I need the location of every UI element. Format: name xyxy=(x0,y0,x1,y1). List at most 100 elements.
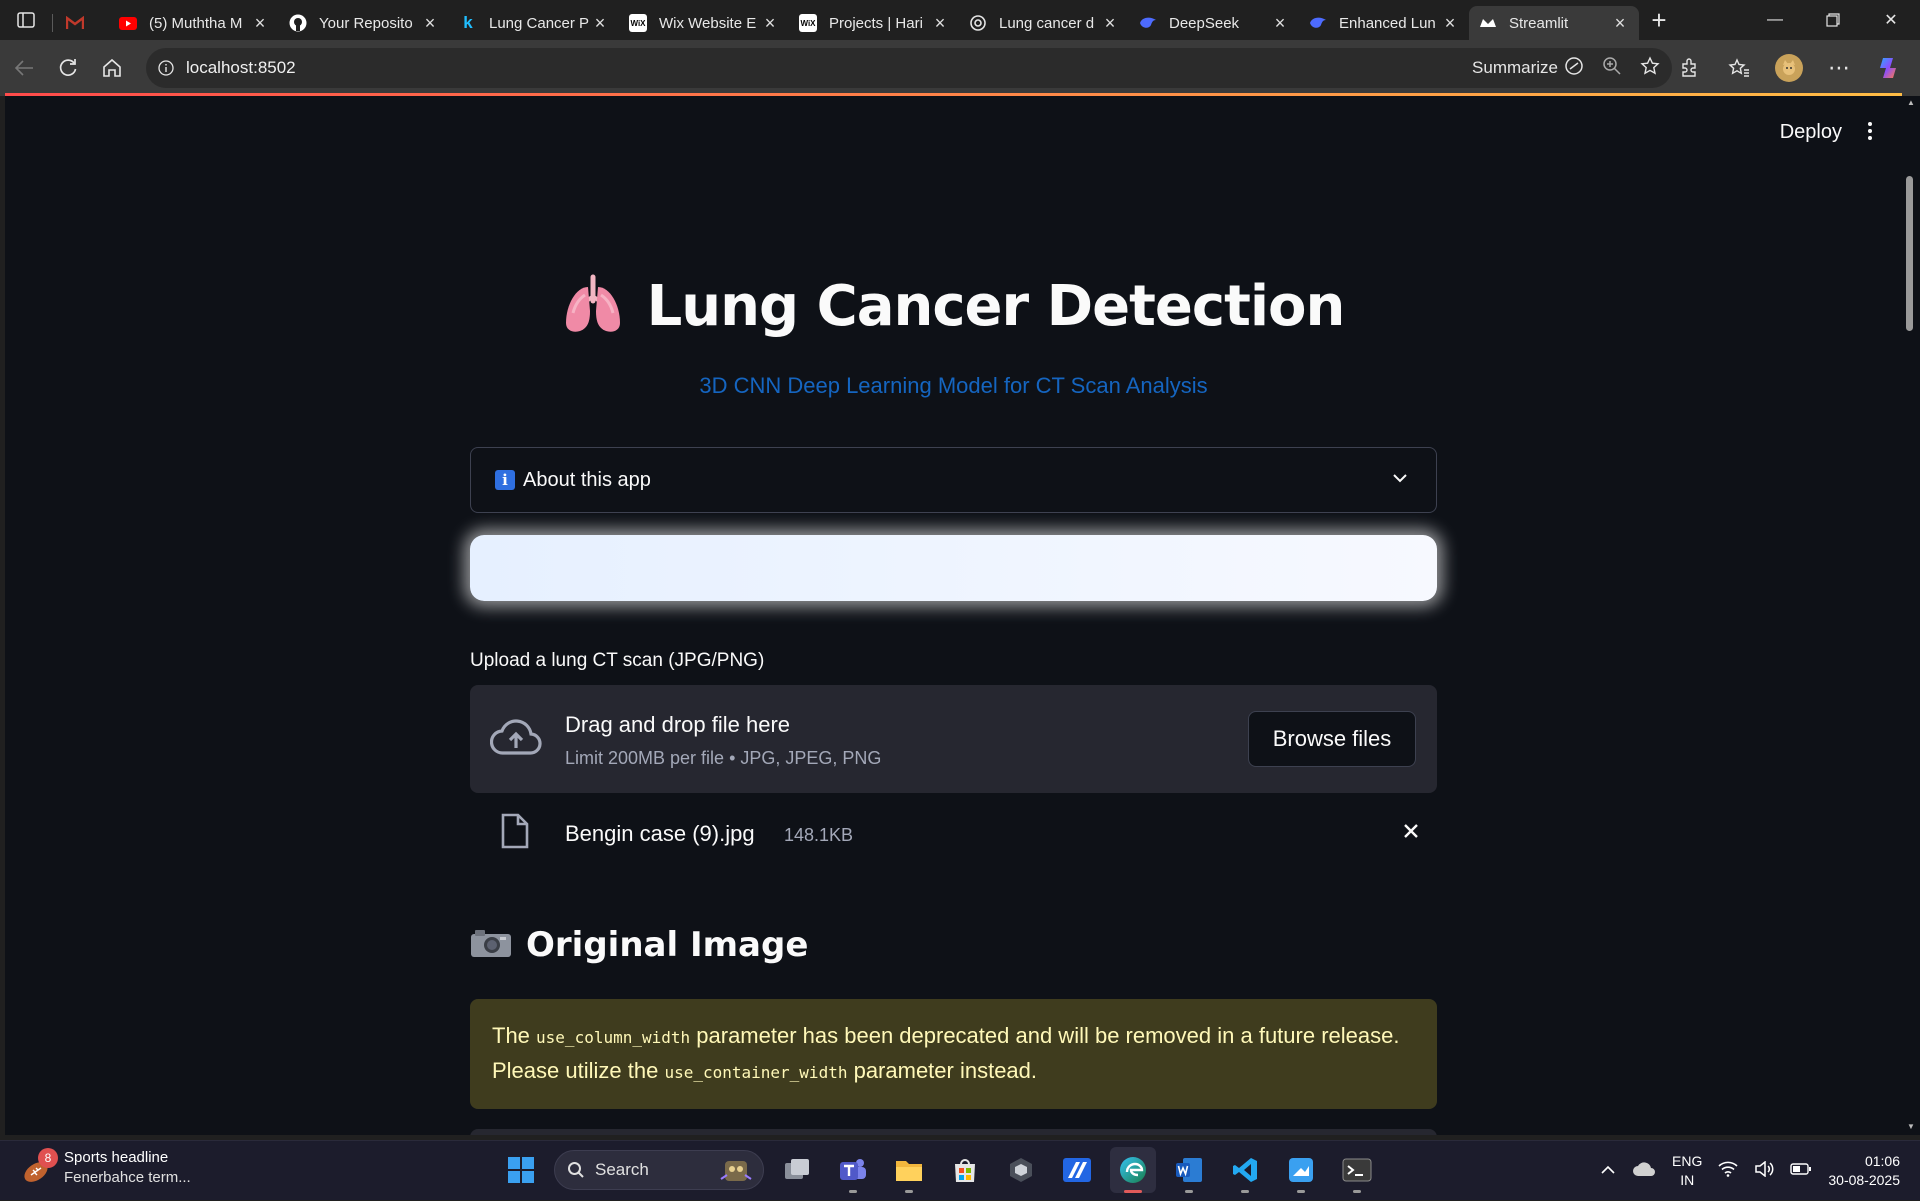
edge-browser-icon[interactable] xyxy=(1110,1147,1156,1193)
news-subtext: Fenerbahce term... xyxy=(64,1169,191,1186)
tab-enhanced-lung[interactable]: Enhanced Lun × xyxy=(1299,6,1469,40)
clock-date: 30-08-2025 xyxy=(1828,1172,1900,1188)
scrollbar-thumb[interactable] xyxy=(1906,176,1913,331)
teams-icon[interactable] xyxy=(830,1147,876,1193)
clock[interactable]: 01:06 30-08-2025 xyxy=(1828,1152,1900,1190)
remove-file-icon[interactable] xyxy=(1399,819,1423,848)
taskbar-search[interactable]: Search xyxy=(554,1150,764,1190)
minimize-icon[interactable]: — xyxy=(1746,0,1804,40)
glowing-banner xyxy=(470,535,1437,601)
close-tab-icon[interactable]: × xyxy=(1611,13,1629,34)
new-tab-button[interactable]: + xyxy=(1639,0,1679,40)
warning-text-part: The xyxy=(492,1023,537,1048)
next-content-block xyxy=(470,1129,1437,1135)
info-icon: i xyxy=(495,470,515,490)
camera-icon xyxy=(470,928,512,963)
tab-gmail[interactable] xyxy=(53,6,109,40)
chatgpt-icon xyxy=(969,14,987,32)
tab-kaggle[interactable]: k Lung Cancer P × xyxy=(449,6,619,40)
tab-chatgpt[interactable]: Lung cancer d × xyxy=(959,6,1129,40)
tab-title: Enhanced Lun xyxy=(1339,14,1436,32)
uploaded-file-size: 148.1KB xyxy=(784,825,854,845)
microsoft-store-icon[interactable] xyxy=(942,1147,988,1193)
close-window-icon[interactable]: ✕ xyxy=(1862,0,1920,40)
uploader-label: Upload a lung CT scan (JPG/PNG) xyxy=(470,650,765,671)
close-tab-icon[interactable]: × xyxy=(421,13,439,34)
favorite-star-icon[interactable] xyxy=(1640,55,1660,81)
more-menu-icon[interactable]: ⋯ xyxy=(1818,47,1860,89)
tab-wix-projects[interactable]: WiX Projects | Hari × xyxy=(789,6,959,40)
tab-title: Wix Website E xyxy=(659,14,757,32)
refresh-icon[interactable] xyxy=(46,48,90,88)
windows-taskbar: 8 Sports headline Fenerbahce term... Sea… xyxy=(0,1140,1920,1200)
tab-title: DeepSeek xyxy=(1169,14,1240,32)
tab-github[interactable]: Your Reposito × xyxy=(279,6,449,40)
news-widget[interactable]: 8 Sports headline Fenerbahce term... xyxy=(20,1147,191,1186)
tab-wix-editor[interactable]: WiX Wix Website E × xyxy=(619,6,789,40)
deploy-button[interactable]: Deploy xyxy=(1780,121,1842,144)
summarize-button[interactable]: Summarize xyxy=(1472,58,1558,78)
wifi-icon[interactable] xyxy=(1718,1161,1738,1182)
page-scrollbar[interactable]: ▲ ▼ xyxy=(1902,96,1920,1135)
wix-icon: WiX xyxy=(629,14,647,32)
taskbar-apps: Search xyxy=(498,1147,1380,1193)
word-icon[interactable] xyxy=(1166,1147,1212,1193)
restore-icon[interactable] xyxy=(1804,0,1862,40)
close-tab-icon[interactable]: × xyxy=(761,13,779,34)
close-tab-icon[interactable]: × xyxy=(251,13,269,34)
scroll-down-icon[interactable]: ▼ xyxy=(1907,1122,1915,1131)
zoom-icon[interactable] xyxy=(1602,56,1622,81)
back-icon[interactable] xyxy=(2,48,46,88)
about-expander[interactable]: i About this app xyxy=(470,447,1437,513)
profile-avatar[interactable] xyxy=(1768,47,1810,89)
search-label: Search xyxy=(595,1160,649,1179)
dropzone-limits: Limit 200MB per file • JPG, JPEG, PNG xyxy=(565,748,882,768)
copilot-icon[interactable] xyxy=(1868,47,1910,89)
windows-start-icon[interactable] xyxy=(498,1147,544,1193)
onedrive-icon[interactable] xyxy=(1632,1161,1656,1182)
close-tab-icon[interactable]: × xyxy=(1271,13,1289,34)
terminal-icon[interactable] xyxy=(1334,1147,1380,1193)
task-view-icon[interactable] xyxy=(774,1147,820,1193)
volume-icon[interactable] xyxy=(1754,1159,1774,1182)
address-bar[interactable]: localhost:8502 Summarize xyxy=(146,48,1672,88)
summarize-icon[interactable] xyxy=(1564,56,1584,81)
toolbar-right-icons: ⋯ xyxy=(1668,40,1920,96)
vscode-icon[interactable] xyxy=(1222,1147,1268,1193)
home-icon[interactable] xyxy=(90,48,134,88)
youtube-icon xyxy=(119,14,137,32)
tab-youtube[interactable]: (5) Muththa M × xyxy=(109,6,279,40)
about-expander-label: About this app xyxy=(523,468,651,491)
close-tab-icon[interactable]: × xyxy=(931,13,949,34)
github-icon xyxy=(289,14,307,32)
browse-files-button[interactable]: Browse files xyxy=(1248,711,1416,767)
close-tab-icon[interactable]: × xyxy=(591,13,609,34)
tab-streamlit[interactable]: Streamlit × xyxy=(1469,6,1639,40)
language-code: ENG xyxy=(1672,1153,1703,1169)
close-tab-icon[interactable]: × xyxy=(1101,13,1119,34)
file-dropzone[interactable]: Drag and drop file here Limit 200MB per … xyxy=(470,685,1437,793)
warning-code: use_column_width xyxy=(536,1028,691,1047)
streamlit-icon xyxy=(1479,14,1497,32)
language-indicator[interactable]: ENG IN xyxy=(1672,1152,1702,1190)
news-headline: Sports headline xyxy=(64,1149,169,1166)
main-menu-icon[interactable] xyxy=(1858,119,1882,143)
scroll-up-icon[interactable]: ▲ xyxy=(1907,98,1915,107)
unity-icon[interactable] xyxy=(998,1147,1044,1193)
file-explorer-icon[interactable] xyxy=(886,1147,932,1193)
uploaded-file-row: Bengin case (9).jpg 148.1KB xyxy=(470,803,1437,863)
site-info-icon[interactable] xyxy=(146,60,186,76)
paint-app-icon[interactable] xyxy=(1278,1147,1324,1193)
sidebar-toggle-icon[interactable] xyxy=(0,0,52,40)
extensions-icon[interactable] xyxy=(1668,47,1710,89)
close-tab-icon[interactable]: × xyxy=(1441,13,1459,34)
power-automate-icon[interactable] xyxy=(1054,1147,1100,1193)
section-title: Original Image xyxy=(526,925,809,965)
search-icon xyxy=(568,1162,584,1178)
tab-deepseek[interactable]: DeepSeek × xyxy=(1129,6,1299,40)
favorites-icon[interactable] xyxy=(1718,47,1760,89)
gmail-icon xyxy=(66,14,84,32)
battery-icon[interactable] xyxy=(1790,1162,1812,1181)
page-subtitle: 3D CNN Deep Learning Model for CT Scan A… xyxy=(699,373,1208,398)
chevron-up-icon[interactable] xyxy=(1600,1162,1616,1180)
